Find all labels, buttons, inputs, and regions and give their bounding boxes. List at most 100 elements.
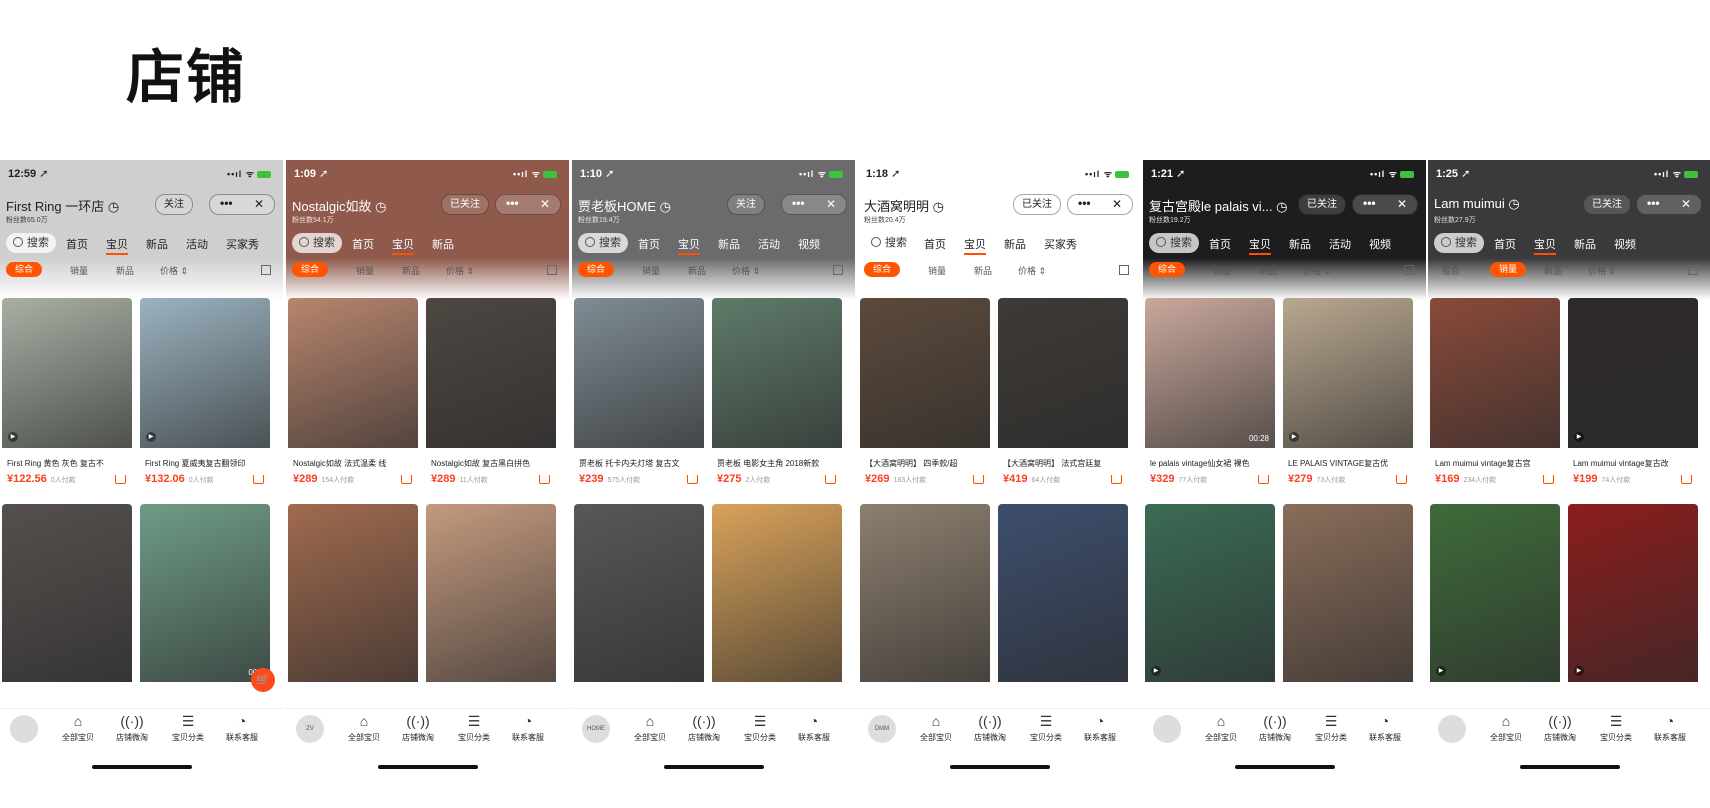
play-icon[interactable]: ▶ bbox=[1289, 432, 1299, 442]
cart-icon[interactable] bbox=[825, 475, 836, 484]
play-icon[interactable]: ▶ bbox=[1436, 666, 1446, 676]
product-image[interactable] bbox=[860, 504, 990, 682]
tab-0[interactable]: 首页 bbox=[924, 236, 946, 255]
grid-view-icon[interactable] bbox=[1119, 265, 1129, 275]
tab-3[interactable]: 活动 bbox=[1329, 236, 1351, 255]
filter-2[interactable]: 新品 bbox=[116, 264, 134, 277]
play-icon[interactable]: ▶ bbox=[146, 432, 156, 442]
tab-2[interactable]: 新品 bbox=[1289, 236, 1311, 255]
tab-3[interactable]: 活动 bbox=[758, 236, 780, 255]
filter-0[interactable]: 综合 bbox=[292, 262, 329, 277]
bottom-nav-item[interactable]: ⌂ 全部宝贝 bbox=[50, 713, 106, 743]
product-image[interactable] bbox=[712, 504, 842, 682]
product-card[interactable]: 00:28 le palais vintage仙女裙 裸色 ¥329 77人付款 bbox=[1145, 298, 1275, 494]
grid-view-icon[interactable] bbox=[547, 265, 557, 275]
cart-icon[interactable] bbox=[687, 475, 698, 484]
filter-3[interactable]: 价格 ⇕ bbox=[732, 264, 760, 277]
product-card[interactable] bbox=[998, 504, 1128, 688]
tab-2[interactable]: 新品 bbox=[146, 236, 168, 255]
filter-3[interactable]: 价格 ⇕ bbox=[1018, 264, 1046, 277]
tab-1[interactable]: 宝贝 bbox=[964, 236, 986, 255]
tab-0[interactable]: 首页 bbox=[66, 236, 88, 255]
close-icon[interactable]: ✕ bbox=[826, 196, 836, 212]
close-icon[interactable]: ✕ bbox=[1112, 196, 1122, 212]
filter-1[interactable]: 销量 bbox=[356, 264, 374, 277]
cart-icon[interactable] bbox=[1543, 475, 1554, 484]
product-image[interactable] bbox=[1568, 298, 1698, 448]
more-icon[interactable]: ••• bbox=[792, 195, 805, 211]
shop-avatar[interactable] bbox=[10, 715, 38, 743]
product-card[interactable]: 贾老板 托卡内夫灯塔 复古文 ¥239 575人付款 bbox=[574, 298, 704, 494]
filter-1[interactable]: 销量 bbox=[1490, 262, 1527, 277]
more-icon[interactable]: ••• bbox=[1647, 195, 1660, 211]
shop-avatar[interactable] bbox=[1438, 715, 1466, 743]
product-card[interactable]: First Ring 可调节法式V领雪 bbox=[2, 504, 132, 688]
bottom-nav-item[interactable]: ☰ 宝贝分类 bbox=[1018, 713, 1074, 743]
product-card[interactable]: Nostalgic如故 法式温柔 线 ¥289 154人付款 bbox=[288, 298, 418, 494]
product-image[interactable] bbox=[1145, 298, 1275, 448]
product-card[interactable]: ▶ First Ring 黄色 灰色 复古不 ¥122.56 0人付款 bbox=[2, 298, 132, 494]
shop-avatar[interactable]: DMM bbox=[868, 715, 896, 743]
bottom-nav-item[interactable]: ⌂ 全部宝贝 bbox=[908, 713, 964, 743]
bottom-nav-item[interactable]: ⌂ 全部宝贝 bbox=[622, 713, 678, 743]
cart-icon[interactable] bbox=[539, 475, 550, 484]
shop-avatar[interactable]: HOME bbox=[582, 715, 610, 743]
shop-name[interactable]: Nostalgic如故 ◷ bbox=[292, 196, 386, 215]
grid-view-icon[interactable] bbox=[261, 265, 271, 275]
follow-button[interactable]: 已关注 bbox=[441, 194, 489, 215]
product-image[interactable] bbox=[574, 504, 704, 682]
play-icon[interactable]: ▶ bbox=[1574, 432, 1584, 442]
product-card[interactable]: Nostalgic如故 vintage1997¥19912人付款 bbox=[426, 504, 556, 688]
tab-1[interactable]: 宝贝 bbox=[678, 236, 700, 255]
product-image[interactable] bbox=[998, 298, 1128, 448]
follow-button[interactable]: 已关注 bbox=[1583, 194, 1631, 215]
tab-1[interactable]: 宝贝 bbox=[1249, 236, 1271, 255]
tab-4[interactable]: 视频 bbox=[1369, 236, 1391, 255]
filter-1[interactable]: 销量 bbox=[70, 264, 88, 277]
play-icon[interactable]: ▶ bbox=[1151, 666, 1161, 676]
tab-1[interactable]: 宝贝 bbox=[392, 236, 414, 255]
filter-3[interactable]: 价格 ⇕ bbox=[1303, 264, 1331, 277]
shop-name[interactable]: 大酒窝明明 ◷ bbox=[864, 196, 944, 215]
bottom-nav-item[interactable]: ☰ 宝贝分类 bbox=[732, 713, 788, 743]
tab-0[interactable]: 首页 bbox=[352, 236, 374, 255]
bottom-nav-item[interactable]: ⌂ 全部宝贝 bbox=[1193, 713, 1249, 743]
follow-button[interactable]: 关注 bbox=[727, 194, 765, 215]
bottom-nav-item[interactable]: ⌂ 全部宝贝 bbox=[1478, 713, 1534, 743]
bottom-nav-item[interactable]: ◔ 联系客服 bbox=[500, 713, 556, 743]
tab-3[interactable]: 买家秀 bbox=[1044, 236, 1077, 255]
cart-icon[interactable] bbox=[115, 475, 126, 484]
search-button[interactable]: 搜索 bbox=[1149, 233, 1199, 253]
product-card[interactable]: 【大酒窝明明】 法式宫廷复 ¥419 64人付款 bbox=[998, 298, 1128, 494]
bottom-nav-item[interactable]: ◔ 联系客服 bbox=[214, 713, 270, 743]
more-icon[interactable]: ••• bbox=[1363, 195, 1376, 211]
cart-icon[interactable] bbox=[1396, 475, 1407, 484]
follow-button[interactable]: 关注 bbox=[155, 194, 193, 215]
tab-0[interactable]: 首页 bbox=[638, 236, 660, 255]
cart-icon[interactable] bbox=[973, 475, 984, 484]
filter-0[interactable]: 综合 bbox=[6, 262, 43, 277]
product-card[interactable]: ▶Lam muimui vintage复古宫¥888850人付款 bbox=[1568, 504, 1698, 688]
bottom-nav-item[interactable]: ((·)) 店铺微淘 bbox=[104, 713, 160, 743]
bottom-nav-item[interactable]: ((·)) 店铺微淘 bbox=[962, 713, 1018, 743]
product-card[interactable]: 贾老板 电影女主角 2018新款 ¥275 2人付款 bbox=[712, 298, 842, 494]
shop-avatar[interactable] bbox=[1153, 715, 1181, 743]
product-card[interactable]: 贾老板柔腰带 bbox=[712, 504, 842, 688]
bottom-nav-item[interactable]: ◔ 联系客服 bbox=[1072, 713, 1128, 743]
product-card[interactable]: ▶ Lam muimui vintage复古改 ¥199 74人付款 bbox=[1568, 298, 1698, 494]
product-image[interactable] bbox=[860, 298, 990, 448]
tab-3[interactable]: 视频 bbox=[1614, 236, 1636, 255]
tab-4[interactable]: 视频 bbox=[798, 236, 820, 255]
product-card[interactable]: Nostalgic如故 褶皱大泡泡袖¥21922人付款 bbox=[288, 504, 418, 688]
cart-icon[interactable] bbox=[253, 475, 264, 484]
product-image[interactable] bbox=[998, 504, 1128, 682]
bottom-nav-item[interactable]: ◔ 联系客服 bbox=[786, 713, 842, 743]
tab-1[interactable]: 宝贝 bbox=[106, 236, 128, 255]
product-card[interactable]: Nostalgic如故 复古黑白拼色 ¥289 11人付款 bbox=[426, 298, 556, 494]
more-icon[interactable]: ••• bbox=[506, 195, 519, 211]
product-image[interactable] bbox=[1145, 504, 1275, 682]
tab-3[interactable]: 活动 bbox=[186, 236, 208, 255]
bottom-nav-item[interactable]: ☰ 宝贝分类 bbox=[446, 713, 502, 743]
tab-2[interactable]: 新品 bbox=[1574, 236, 1596, 255]
filter-3[interactable]: 价格 ⇕ bbox=[1588, 264, 1616, 277]
